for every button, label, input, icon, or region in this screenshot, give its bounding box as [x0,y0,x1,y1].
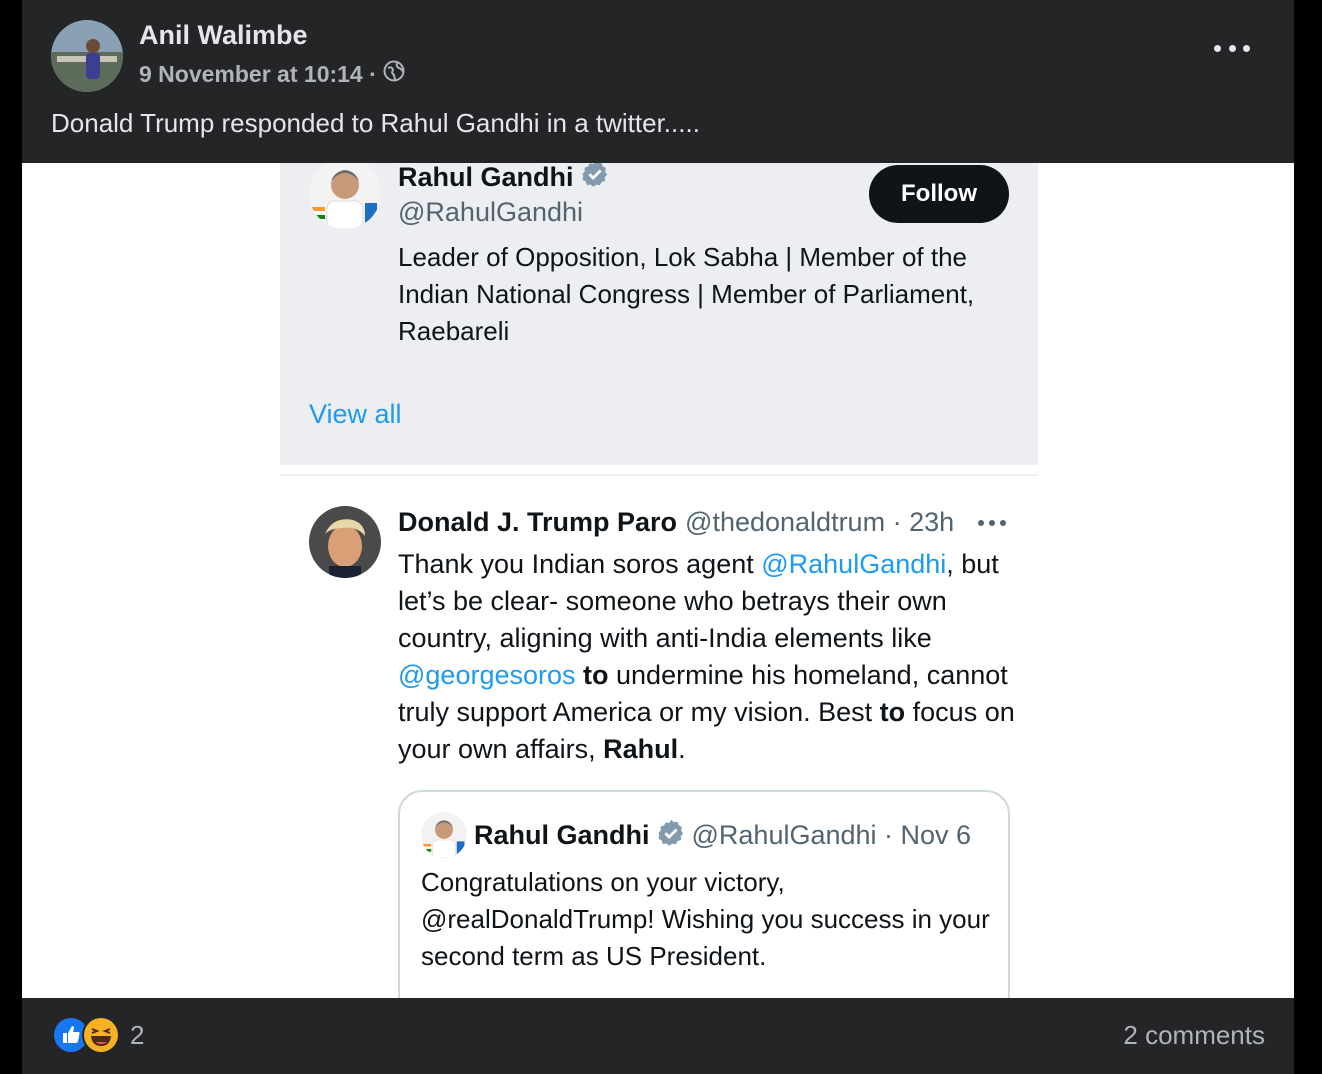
view-all-link[interactable]: View all [309,399,402,430]
profile-name[interactable]: Rahul Gandhi [398,163,610,196]
post-text: Donald Trump responded to Rahul Gandhi i… [51,108,700,138]
tweet-bold-text: to [879,697,906,727]
post-meta: 9 November at 10:14 · [139,60,405,88]
tweet-body: Thank you Indian soros agent @RahulGandh… [398,546,1018,768]
profile-handle[interactable]: @RahulGandhi [398,197,583,228]
post-options-icon[interactable] [1214,36,1250,60]
quoted-tweet[interactable]: Rahul Gandhi @RahulGandhi · Nov 6 Congra… [398,790,1010,998]
quote-text: Congratulations on your victory, @realDo… [421,867,990,971]
profile-card: Rahul Gandhi @RahulGandhi Follow Leader … [280,163,1038,465]
tweet-bold-text: Rahul [603,734,679,764]
quote-header: Rahul Gandhi @RahulGandhi · Nov 6 [474,818,971,853]
tweet-text: Thank you Indian soros agent [398,549,762,579]
tweet-bold-text: to [575,660,609,690]
author-name[interactable]: Anil Walimbe [139,20,308,51]
profile-name-text[interactable]: Rahul Gandhi [398,163,574,193]
tweet-text: . [678,734,686,764]
quote-author-name[interactable]: Rahul Gandhi [474,820,650,851]
author-avatar[interactable] [51,20,123,92]
trump-avatar[interactable] [309,506,381,578]
tweet-handle-time[interactable]: @thedonaldtrum · 23h [685,507,954,538]
facebook-post: Anil Walimbe 9 November at 10:14 · Donal… [22,0,1294,1074]
post-footer: 2 2 comments [22,998,1294,1074]
reaction-count[interactable]: 2 [130,1020,144,1051]
quote-avatar[interactable] [421,812,467,858]
reactions-summary[interactable]: 2 [52,1016,144,1054]
mention-link[interactable]: @georgesoros [398,660,576,690]
profile-bio: Leader of Opposition, Lok Sabha | Member… [398,242,975,346]
rahul-avatar[interactable] [309,163,381,229]
verified-badge-icon [580,163,610,196]
haha-icon [82,1016,120,1054]
tweet-author-name[interactable]: Donald J. Trump Paro [398,507,677,538]
verified-badge-icon [656,818,686,853]
quote-handle-time[interactable]: @RahulGandhi · Nov 6 [692,820,972,851]
shared-screenshot[interactable]: Rahul Gandhi @RahulGandhi Follow Leader … [22,163,1294,998]
tweet-header: Donald J. Trump Paro @thedonaldtrum · 23… [398,507,954,538]
globe-icon[interactable] [383,60,405,88]
tweet-more-icon[interactable] [978,520,1006,528]
comments-count[interactable]: 2 comments [1123,1020,1265,1051]
divider [280,474,1038,476]
mention-link[interactable]: @RahulGandhi [761,549,946,579]
follow-button[interactable]: Follow [869,165,1009,223]
post-timestamp[interactable]: 9 November at 10:14 · [139,61,377,88]
